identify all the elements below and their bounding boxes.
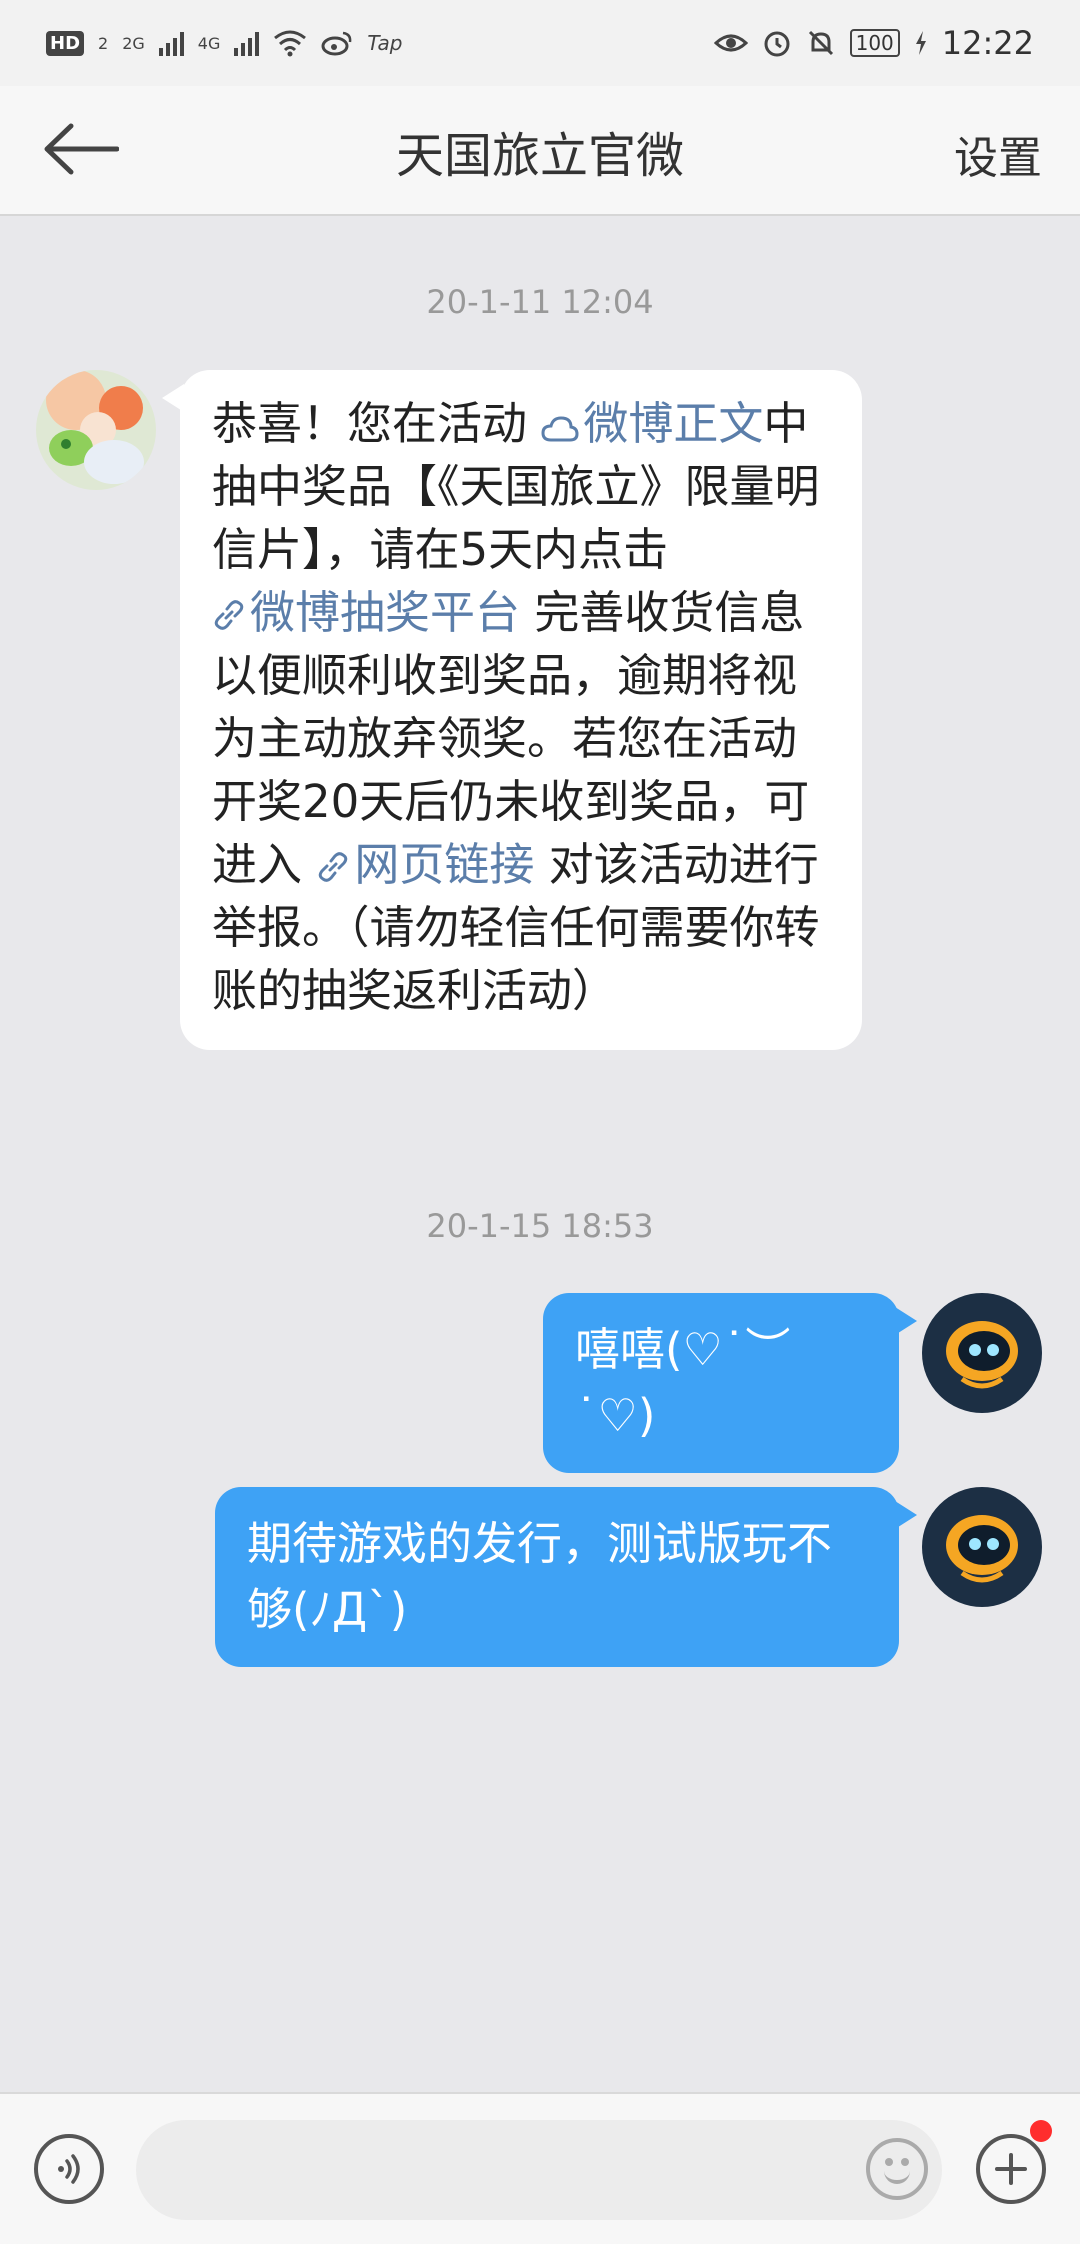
weibo-post-link[interactable]: 微博正文	[541, 397, 763, 450]
message-text: 恭喜！您在活动	[212, 397, 542, 450]
clock: 12:22	[941, 24, 1034, 62]
sender-avatar[interactable]	[36, 370, 156, 490]
hd-indicator: HD	[46, 30, 85, 56]
voice-button[interactable]	[34, 2134, 104, 2204]
charging-icon	[914, 30, 928, 56]
cloud-icon	[541, 416, 579, 442]
signal-icon-1	[158, 30, 184, 56]
my-avatar[interactable]	[922, 1293, 1042, 1413]
link-icon	[319, 852, 348, 882]
sim-index: 2	[98, 33, 109, 53]
webpage-link-label: 网页链接	[354, 838, 535, 891]
alarm-icon	[762, 28, 792, 58]
outgoing-message-bubble: 嘻嘻(♡˙︶˙♡)	[543, 1293, 917, 1473]
mute-bell-icon	[806, 28, 836, 58]
tap-indicator: Tap	[367, 31, 403, 55]
notification-dot	[1030, 2120, 1052, 2142]
webpage-link[interactable]: 网页链接	[316, 838, 534, 891]
more-button[interactable]	[976, 2134, 1046, 2204]
outgoing-message-bubble: 期待游戏的发行，测试版玩不够(ﾉДˋ)	[215, 1487, 917, 1667]
lottery-platform-link-label: 微博抽奖平台	[250, 586, 521, 639]
settings-button[interactable]: 设置	[954, 122, 1042, 186]
emoji-button[interactable]	[866, 2138, 928, 2200]
network-type-1: 2G	[122, 33, 145, 53]
battery-indicator: 100	[849, 29, 900, 57]
page-title: 天国旅立官微	[395, 128, 684, 184]
signal-icon-2	[234, 30, 260, 56]
status-right: 100 12:22	[713, 24, 1034, 62]
voice-icon	[58, 2154, 80, 2184]
message-timestamp: 20-1-15 18:53	[426, 1207, 654, 1245]
network-type-2: 4G	[197, 33, 221, 53]
status-bar: HD 2 2G 4G Tap 100 12:22	[0, 0, 1080, 86]
plus-icon	[995, 2153, 1027, 2185]
weibo-icon	[321, 30, 353, 56]
message-text: 期待游戏的发行，测试版玩不够(ﾉДˋ)	[247, 1517, 833, 1636]
weibo-post-link-label: 微博正文	[583, 397, 764, 450]
input-bar	[0, 2092, 1080, 2244]
message-text: 嘻嘻(♡˙︶˙♡)	[575, 1323, 791, 1442]
incoming-message-bubble: 恭喜！您在活动 微博正文中抽中奖品【《天国旅立》限量明信片】，请在5天内点击 微…	[162, 370, 862, 1050]
nav-bar: 天国旅立官微 设置	[0, 86, 1080, 216]
my-avatar[interactable]	[922, 1487, 1042, 1607]
message-timestamp: 20-1-11 12:04	[426, 283, 654, 321]
lottery-platform-link[interactable]: 微博抽奖平台	[212, 586, 520, 639]
eye-icon	[713, 31, 748, 55]
status-left: HD 2 2G 4G Tap	[46, 29, 402, 57]
wifi-icon	[273, 29, 307, 57]
link-icon	[214, 600, 244, 630]
message-input[interactable]	[136, 2120, 942, 2220]
